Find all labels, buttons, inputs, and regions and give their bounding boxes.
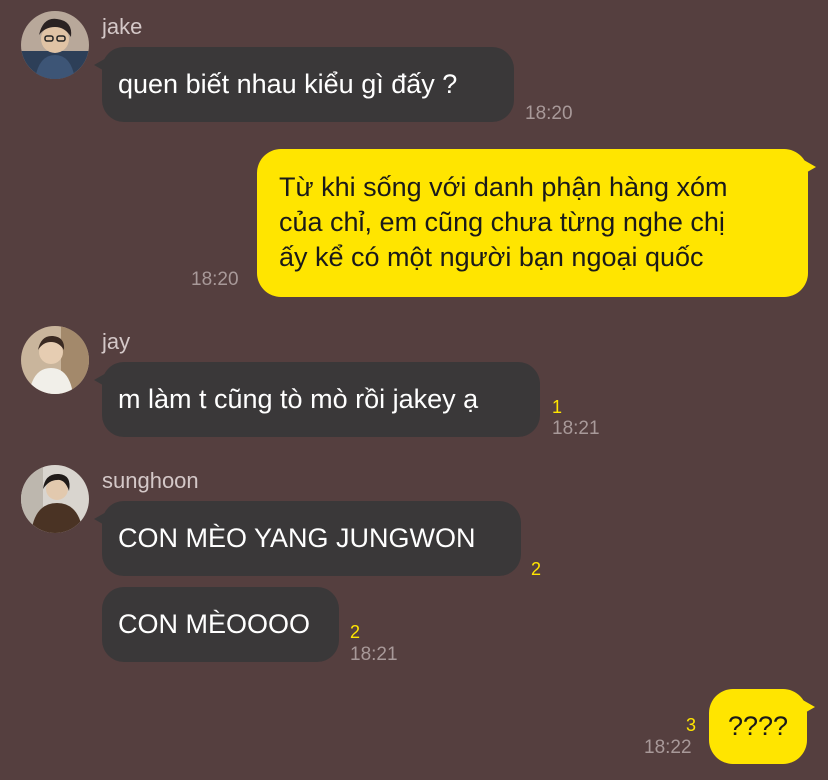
- message-time: 18:21: [350, 644, 398, 665]
- message-text-line: của chỉ, em cũng chưa từng nghe chị: [279, 207, 725, 237]
- message-text: m làm t cũng tò mò rồi jakey ạ: [118, 384, 479, 414]
- unread-count: 2: [531, 559, 542, 579]
- message-time: 18:20: [525, 103, 573, 124]
- sender-name: sunghoon: [102, 468, 199, 493]
- unread-count: 2: [350, 622, 361, 642]
- message-text-line: ấy kể có một người bạn ngoại quốc: [279, 242, 704, 272]
- message-text: ????: [727, 711, 789, 741]
- incoming-message[interactable]: CON MÈOOOO: [102, 587, 339, 662]
- avatar-image: [21, 11, 89, 79]
- incoming-message[interactable]: quen biết nhau kiểu gì đấy ?: [94, 47, 514, 122]
- unread-count: 3: [686, 715, 697, 735]
- outgoing-message[interactable]: Từ khi sống với danh phận hàng xóm của c…: [257, 149, 816, 297]
- avatar-image: [21, 326, 89, 394]
- avatar-image: [21, 465, 89, 533]
- message-text: CON MÈO YANG JUNGWON: [118, 523, 476, 553]
- message-time: 18:20: [191, 269, 239, 290]
- incoming-message[interactable]: CON MÈO YANG JUNGWON: [94, 501, 521, 576]
- outgoing-message[interactable]: ????: [709, 689, 815, 764]
- unread-count: 1: [552, 397, 563, 417]
- sender-name: jay: [102, 329, 131, 354]
- message-text: CON MÈOOOO: [118, 609, 311, 639]
- avatar-jake[interactable]: [21, 11, 89, 79]
- message-time: 18:22: [644, 737, 692, 758]
- incoming-message[interactable]: m làm t cũng tò mò rồi jakey ạ: [94, 362, 540, 437]
- message-text-line: Từ khi sống với danh phận hàng xóm: [279, 172, 728, 202]
- avatar-jay[interactable]: [21, 326, 89, 394]
- message-text: quen biết nhau kiểu gì đấy ?: [118, 69, 458, 99]
- sender-name: jake: [102, 14, 143, 39]
- message-time: 18:21: [552, 418, 600, 439]
- avatar-sunghoon[interactable]: [21, 465, 89, 533]
